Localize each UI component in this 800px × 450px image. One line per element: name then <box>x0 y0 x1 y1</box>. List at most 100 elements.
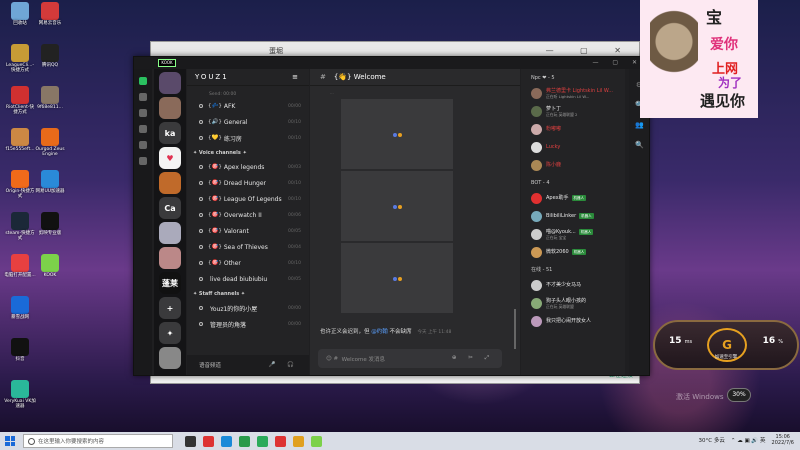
member-item[interactable]: 狗子头人眼小孩的 正在玩 英雄联盟 <box>531 294 625 312</box>
server-icon[interactable]: ka <box>159 122 181 144</box>
channel-item[interactable]: {🔊} General 00/10 <box>187 114 309 130</box>
nav-icon[interactable] <box>139 141 147 149</box>
background-window-controls[interactable]: — ▢ ✕ <box>546 46 633 55</box>
desktop-icon[interactable]: RiotClient-快捷方式 <box>4 86 36 115</box>
member-list[interactable]: Npc ❤ - 5 弗兰德里卡 Lightskin Lil W... 正在听 Li… <box>521 69 625 375</box>
nav-icon[interactable] <box>139 125 147 133</box>
server-icon[interactable] <box>159 72 181 94</box>
desktop-icon[interactable]: KOOK <box>34 254 66 278</box>
desktop-icon[interactable]: 抖音 <box>4 338 36 362</box>
desktop-icon[interactable]: 网易UU加速器 <box>34 170 66 194</box>
taskbar-app-icon[interactable] <box>221 435 232 447</box>
toolbar-icon[interactable]: 🔍 <box>635 141 644 149</box>
member-item[interactable]: 萝卜丁 正在玩 英雄联盟 2 <box>531 102 625 120</box>
channel-item[interactable]: {💛} 练习房 00/10 <box>187 130 309 146</box>
channel-item[interactable]: {🎯} Apex legends 00/03 <box>187 159 309 175</box>
server-icon[interactable]: ♥ <box>159 147 181 169</box>
clock[interactable]: 15:06 2022/7/6 <box>772 434 794 446</box>
member-item[interactable]: Lucky <box>531 138 625 156</box>
channel-item[interactable]: live dead biubiubiu 00/05 <box>187 271 309 287</box>
server-icon[interactable]: ✦ <box>159 322 181 344</box>
taskbar-app-icon[interactable] <box>203 435 214 447</box>
taskbar-app-icon[interactable] <box>293 435 304 447</box>
message-input[interactable]: 😊 # Welcome 发消息 ⊕ ✂ ⤢ <box>318 349 502 368</box>
member-item[interactable]: BilibiliLinker 机器人 <box>531 207 625 225</box>
window-controls[interactable]: — ▢ ✕ <box>592 59 643 66</box>
desktop-icon[interactable]: 网易云音乐 <box>34 2 66 26</box>
chat-scrollbar[interactable] <box>514 309 516 349</box>
channel-item[interactable]: {🎯} Overwatch II 00/06 <box>187 207 309 223</box>
taskbar-app-icon[interactable] <box>257 435 268 447</box>
channel-item[interactable]: {🎯} Other 00/10 <box>187 255 309 271</box>
tray-icons[interactable]: ⌃ ☁ ▣ 🔊 英 <box>731 436 766 444</box>
image-attachment[interactable] <box>341 243 453 313</box>
system-tray[interactable]: 30°C 多云 ⌃ ☁ ▣ 🔊 英 15:06 2022/7/6 <box>699 434 794 446</box>
desktop-icon[interactable]: steam-快捷方式 <box>4 212 36 241</box>
kook-app-window[interactable]: KOOK — ▢ ✕ ka ♥ Ca 蓬莱 + ✦ YOUZ1 ≡ Send: 00:00… <box>133 56 650 376</box>
start-icon[interactable] <box>3 434 17 448</box>
category-staff[interactable]: ✦ Staff channels ✦ <box>187 287 309 300</box>
server-icon[interactable]: + <box>159 297 181 319</box>
image-attachment[interactable] <box>341 99 453 169</box>
member-item[interactable]: 我只把心闹开放女人 <box>531 312 625 330</box>
member-item[interactable]: 粉嘟嘟 <box>531 120 625 138</box>
user-mention[interactable]: @约翰 <box>371 329 388 335</box>
server-icon[interactable] <box>159 347 181 369</box>
member-item[interactable]: 不才美少女马马 <box>531 276 625 294</box>
server-icon[interactable] <box>159 247 181 269</box>
server-icon[interactable] <box>159 222 181 244</box>
server-list[interactable]: ka ♥ Ca 蓬莱 + ✦ <box>154 69 186 375</box>
taskbar-app-icon[interactable] <box>239 435 250 447</box>
taskbar-app-icon[interactable] <box>275 435 286 447</box>
left-nav-rail[interactable] <box>134 69 152 375</box>
server-menu-icon[interactable]: ≡ <box>292 73 300 81</box>
desktop-icon[interactable]: 腾讯QQ <box>34 44 66 68</box>
desktop-icon[interactable]: 剪映专业版 <box>34 212 66 236</box>
member-item[interactable]: 陈小鹿 <box>531 156 625 174</box>
server-icon[interactable] <box>159 97 181 119</box>
member-item[interactable]: 微软2060 机器人 <box>531 243 625 261</box>
nav-icon[interactable] <box>139 77 147 85</box>
app-titlebar[interactable]: KOOK — ▢ ✕ <box>134 57 649 69</box>
channel-item[interactable]: 管理员的角落 00/00 <box>187 316 309 332</box>
taskbar-apps[interactable] <box>185 435 322 447</box>
channel-item[interactable]: {💤} AFK 00/00 <box>187 98 309 114</box>
category-voice[interactable]: ✦ Voice channels ✦ <box>187 146 309 159</box>
taskbar-app-icon[interactable] <box>311 435 322 447</box>
desktop-icon[interactable]: VeryKuai VK加速器 <box>4 380 36 409</box>
channel-item[interactable]: Youz1的你的小屋 00/00 <box>187 300 309 316</box>
chat-pane[interactable]: # {👋} Welcome ... 也许正义会迟到，但 @约翰 不会缺席 今天 上… <box>310 69 520 375</box>
server-header[interactable]: YOUZ1 ≡ <box>187 69 309 86</box>
member-item[interactable]: 弗兰德里卡 Lightskin Lil W... 正在听 Lightskin Li… <box>531 84 625 102</box>
composer-prefix[interactable]: 😊 # <box>326 356 338 362</box>
channel-list[interactable]: YOUZ1 ≡ Send: 00:00 {💤} AFK 00/00 {🔊} Genera… <box>187 69 309 375</box>
desktop-icon[interactable]: 电脑打开配置... <box>4 254 36 278</box>
nav-icon[interactable] <box>139 157 147 165</box>
desktop-icon[interactable]: Ourgod Zeus Engine <box>34 128 66 157</box>
desktop-icon[interactable]: LeagueCli...-快捷方式 <box>4 44 36 73</box>
channel-item[interactable]: {🎯} Dread Hunger 00/10 <box>187 175 309 191</box>
server-icon[interactable]: 蓬莱 <box>159 272 181 294</box>
desktop-icon[interactable]: 回收站 <box>4 2 36 26</box>
member-item[interactable]: 喵@Kyouk... 机器人 正在玩 宝宝 <box>531 225 625 243</box>
accelerator-widget[interactable]: 15 ms G 16 % 加速至引擎 <box>653 320 799 370</box>
channel-item[interactable]: {🎯} Valorant 00/05 <box>187 223 309 239</box>
taskbar-app-icon[interactable] <box>185 435 196 447</box>
taskbar-search-input[interactable]: 在这里输入你要搜索的内容 <box>23 434 173 448</box>
desktop-icon[interactable]: 暴雪战网 <box>4 296 36 320</box>
desktop-icon[interactable]: 9f68e811... <box>34 86 66 110</box>
member-item[interactable]: Apex助手 机器人 <box>531 189 625 207</box>
server-icon[interactable]: Ca <box>159 197 181 219</box>
mic-headphone-icons[interactable]: 🎤 🎧 <box>269 362 299 368</box>
desktop-icon[interactable]: Origin-快捷方式 <box>4 170 36 199</box>
channel-item[interactable]: {🎯} Sea of Thieves 00/04 <box>187 239 309 255</box>
nav-icon[interactable] <box>139 93 147 101</box>
image-attachment[interactable] <box>341 171 453 241</box>
channel-item[interactable]: {🎯} League Of Legends 00/10 <box>187 191 309 207</box>
desktop-icon[interactable]: f15e555eft... <box>4 128 36 152</box>
nav-icon[interactable] <box>139 109 147 117</box>
server-icon[interactable] <box>159 172 181 194</box>
composer-tools-icons[interactable]: ⊕ ✂ ⤢ <box>452 355 494 362</box>
weather-text[interactable]: 30°C 多云 <box>699 436 725 444</box>
toolbar-icon[interactable]: 👥 <box>635 121 644 129</box>
